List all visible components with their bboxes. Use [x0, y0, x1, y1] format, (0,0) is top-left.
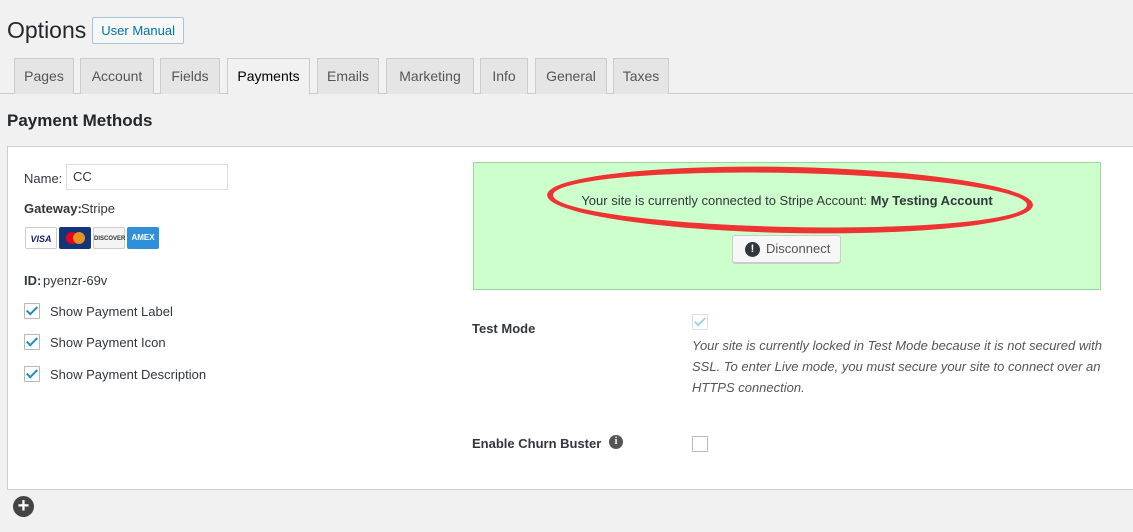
tab-general[interactable]: General	[535, 58, 607, 94]
payment-method-panel: Name: CC Gateway: Stripe VISA DISCOVER A…	[7, 146, 1133, 490]
gateway-value: Stripe	[81, 201, 115, 216]
card-icons: VISA DISCOVER AMEX	[25, 227, 159, 249]
tab-fields[interactable]: Fields	[160, 58, 220, 94]
visa-card-icon: VISA	[25, 227, 57, 249]
tab-marketing[interactable]: Marketing	[386, 58, 474, 94]
show-payment-label-text: Show Payment Label	[50, 304, 173, 319]
test-mode-checkbox[interactable]	[692, 314, 708, 330]
tab-bar: Pages Account Fields Payments Emails Mar…	[0, 58, 1133, 95]
churn-buster-checkbox[interactable]	[692, 436, 708, 452]
gateway-label: Gateway:	[24, 201, 82, 216]
disconnect-button[interactable]: ! Disconnect	[732, 235, 841, 263]
exclamation-icon: !	[745, 242, 760, 257]
section-title: Payment Methods	[7, 111, 153, 130]
add-payment-method-icon[interactable]: +	[13, 496, 34, 517]
tab-emails[interactable]: Emails	[317, 58, 379, 94]
id-label: ID:	[24, 273, 42, 288]
page-title: Options	[7, 17, 87, 43]
show-payment-description-checkbox[interactable]	[24, 366, 40, 382]
show-payment-icon-checkbox[interactable]	[24, 334, 40, 350]
id-value: pyenzr-69v	[43, 273, 108, 288]
tab-account[interactable]: Account	[80, 58, 154, 94]
amex-card-icon: AMEX	[127, 227, 159, 249]
highlight-ellipse	[546, 161, 1034, 239]
discover-card-icon: DISCOVER	[93, 227, 125, 249]
name-label: Name:	[24, 171, 63, 186]
mastercard-icon	[59, 227, 91, 249]
user-manual-button[interactable]: User Manual	[92, 17, 184, 44]
name-input[interactable]: CC	[66, 164, 228, 190]
tab-payments[interactable]: Payments	[227, 58, 310, 95]
page-header: Options User Manual	[7, 17, 184, 44]
tab-pages[interactable]: Pages	[14, 58, 74, 94]
test-mode-note: Your site is currently locked in Test Mo…	[692, 338, 1102, 395]
test-mode-label: Test Mode	[472, 321, 536, 336]
info-icon[interactable]: i	[609, 435, 623, 449]
show-payment-icon-text: Show Payment Icon	[50, 335, 166, 350]
tab-info[interactable]: Info	[480, 58, 528, 94]
tab-taxes[interactable]: Taxes	[613, 58, 669, 94]
disconnect-label: Disconnect	[766, 241, 831, 256]
show-payment-description-text: Show Payment Description	[50, 367, 207, 382]
stripe-connection-box: Your site is currently connected to Stri…	[473, 161, 1101, 290]
show-payment-label-checkbox[interactable]	[24, 303, 40, 319]
churn-buster-label: Enable Churn Buster	[472, 436, 602, 451]
